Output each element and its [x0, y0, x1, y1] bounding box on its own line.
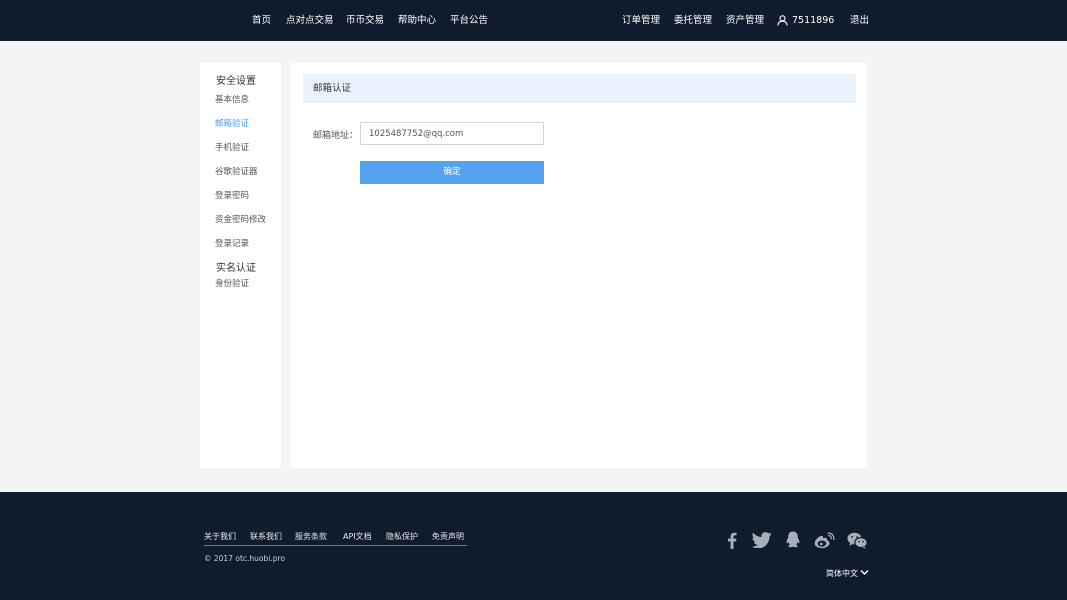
- twitter-icon[interactable]: [751, 530, 772, 550]
- language-selector[interactable]: 简体中文: [826, 568, 869, 579]
- footer-link-api-docs[interactable]: API文档: [343, 531, 372, 542]
- chevron-down-icon: [858, 569, 869, 578]
- weibo-icon[interactable]: [814, 530, 835, 550]
- nav-help-center[interactable]: 帮助中心: [398, 0, 436, 41]
- sidebar-group-realname: 实名认证: [216, 263, 256, 274]
- nav-order-management[interactable]: 订单管理: [622, 0, 660, 41]
- logout-link[interactable]: 退出: [850, 0, 869, 41]
- sidebar-item-email-verification[interactable]: 邮箱验证: [215, 117, 249, 129]
- email-address-label: 邮箱地址：: [313, 131, 359, 141]
- nav-asset-management[interactable]: 资产管理: [726, 0, 764, 41]
- email-verification-panel: 邮箱认证 邮箱地址： 确定: [291, 63, 867, 468]
- settings-sidebar: 安全设置 基本信息 邮箱验证 手机验证 谷歌验证器 登录密码 资金密码修改 登录…: [200, 63, 281, 468]
- nav-entrust-management[interactable]: 委托管理: [674, 0, 712, 41]
- user-account[interactable]: 7511896: [777, 0, 834, 41]
- sidebar-group-security: 安全设置: [216, 76, 256, 87]
- footer-link-terms[interactable]: 服务条款: [295, 531, 327, 542]
- copyright: © 2017 otc.huobi.pro: [204, 554, 285, 563]
- sidebar-item-phone-verification[interactable]: 手机验证: [215, 141, 249, 153]
- top-nav: 首页 点对点交易 币币交易 帮助中心 平台公告 订单管理 委托管理 资产管理 7…: [0, 0, 1067, 41]
- user-id: 7511896: [792, 15, 835, 26]
- footer-links: 关于我们 联系我们 服务条款 API文档 隐私保护 免责声明: [204, 530, 467, 546]
- sidebar-item-identity-verification[interactable]: 身份验证: [215, 277, 249, 289]
- panel-header: 邮箱认证: [303, 74, 856, 103]
- nav-coin-trade[interactable]: 币币交易: [346, 0, 384, 41]
- wechat-icon[interactable]: [847, 530, 868, 550]
- footer: 关于我们 联系我们 服务条款 API文档 隐私保护 免责声明 © 2017 ot…: [0, 492, 1067, 600]
- footer-link-privacy[interactable]: 隐私保护: [386, 531, 418, 542]
- sidebar-item-fund-password[interactable]: 资金密码修改: [215, 213, 266, 225]
- footer-link-disclaimer[interactable]: 免责声明: [432, 531, 464, 542]
- confirm-button[interactable]: 确定: [360, 161, 544, 184]
- nav-p2p-trade[interactable]: 点对点交易: [286, 0, 334, 41]
- nav-announcements[interactable]: 平台公告: [450, 0, 488, 41]
- nav-home[interactable]: 首页: [252, 0, 271, 41]
- panel-title: 邮箱认证: [313, 83, 352, 94]
- facebook-icon[interactable]: [725, 530, 739, 550]
- sidebar-item-google-authenticator[interactable]: 谷歌验证器: [215, 165, 258, 177]
- footer-link-about[interactable]: 关于我们: [204, 531, 236, 542]
- email-field[interactable]: [360, 122, 544, 145]
- language-label: 简体中文: [826, 569, 858, 578]
- user-icon: [777, 15, 788, 26]
- footer-link-contact[interactable]: 联系我们: [250, 531, 282, 542]
- sidebar-item-basic-info[interactable]: 基本信息: [215, 93, 249, 105]
- sidebar-item-login-records[interactable]: 登录记录: [215, 237, 249, 249]
- qq-icon[interactable]: [784, 530, 801, 550]
- sidebar-item-login-password[interactable]: 登录密码: [215, 189, 249, 201]
